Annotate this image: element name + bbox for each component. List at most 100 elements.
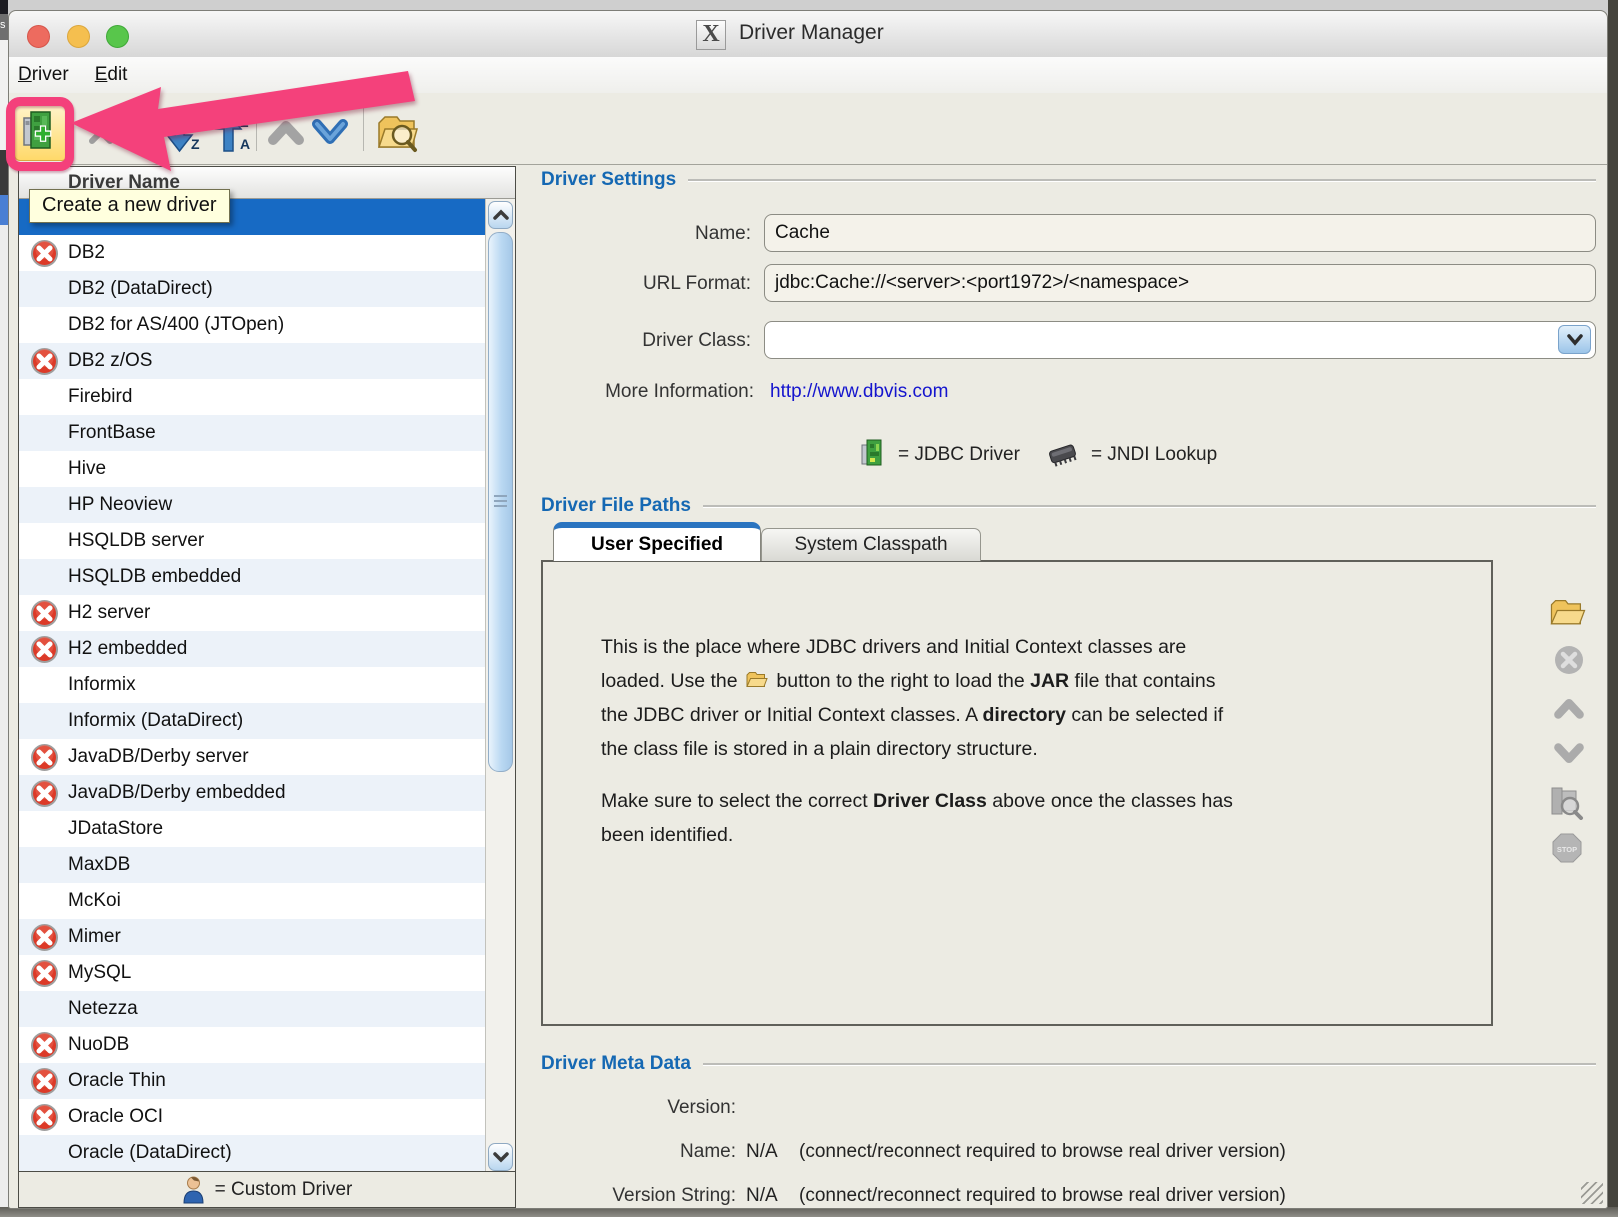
driver-list-item[interactable]: HP Neoview <box>19 487 485 523</box>
driver-name: Oracle OCI <box>68 1106 163 1128</box>
minimize-button[interactable] <box>67 25 90 48</box>
find-classes-button-disabled[interactable] <box>1548 786 1584 825</box>
file-paths-panel[interactable]: This is the place where JDBC drivers and… <box>541 560 1493 1026</box>
driver-error-icon <box>30 743 59 772</box>
driver-class-combobox[interactable] <box>764 321 1596 359</box>
driver-list-item[interactable]: MySQL <box>19 955 485 991</box>
driver-list-item[interactable]: Mimer <box>19 919 485 955</box>
driver-list-item[interactable]: DB2 (DataDirect) <box>19 271 485 307</box>
name-field[interactable]: Cache <box>764 214 1596 252</box>
driver-type-legend: = JDBC Driver = JNDI Lookup <box>861 439 1217 470</box>
driver-meta-data-section: Driver Meta Data <box>541 1053 1596 1075</box>
driver-name: Hive <box>68 458 106 480</box>
driver-name: MySQL <box>68 962 131 984</box>
driver-name: NuoDB <box>68 1034 129 1056</box>
move-path-up-button-disabled[interactable] <box>1553 694 1585 727</box>
driver-list-item[interactable]: DB2 for AS/400 (JTOpen) <box>19 307 485 343</box>
more-information-label: More Information: <box>512 381 754 403</box>
zoom-button[interactable] <box>106 25 129 48</box>
driver-list-item[interactable]: Oracle OCI <box>19 1099 485 1135</box>
scrollbar-thumb[interactable] <box>488 232 513 772</box>
stop-button-disabled[interactable]: STOP <box>1552 833 1582 868</box>
driver-class-dropdown-button[interactable] <box>1558 325 1591 354</box>
open-file-button[interactable] <box>1549 596 1587 635</box>
driver-list-item[interactable]: HSQLDB embedded <box>19 559 485 595</box>
driver-list-item[interactable]: NuoDB <box>19 1027 485 1063</box>
driver-name: JavaDB/Derby server <box>68 746 249 768</box>
person-icon <box>182 1175 205 1204</box>
driver-file-paths-heading: Driver File Paths <box>541 495 691 517</box>
driver-list-item[interactable]: JDataStore <box>19 811 485 847</box>
file-paths-help-text: This is the place where JDBC drivers and… <box>601 630 1233 852</box>
tab-user-specified[interactable]: User Specified <box>553 522 761 561</box>
stop-sign-icon: STOP <box>1552 833 1582 863</box>
driver-list-item[interactable]: Hive <box>19 451 485 487</box>
move-path-down-button-disabled[interactable] <box>1553 740 1585 773</box>
remove-circle-icon <box>1553 644 1585 676</box>
driver-name: HSQLDB server <box>68 530 204 552</box>
driver-error-icon <box>30 923 59 952</box>
driver-name: HSQLDB embedded <box>68 566 241 588</box>
driver-manager-window: X Driver Manager DriverEdit <box>8 10 1608 1209</box>
meta-name-note: (connect/reconnect required to browse re… <box>799 1141 1286 1163</box>
driver-list-item[interactable]: MaxDB <box>19 847 485 883</box>
driver-list-item[interactable]: DB2 z/OS <box>19 343 485 379</box>
driver-list-item[interactable]: JavaDB/Derby server <box>19 739 485 775</box>
driver-name: DB2 (DataDirect) <box>68 278 213 300</box>
driver-error-icon <box>30 599 59 628</box>
driver-name: Netezza <box>68 998 138 1020</box>
window-resize-grip[interactable] <box>1581 1182 1603 1204</box>
background-strip-right <box>1608 0 1618 1217</box>
driver-list-item[interactable]: Firebird <box>19 379 485 415</box>
version-string-value: N/A <box>746 1185 778 1207</box>
jndi-legend-text: = JNDI Lookup <box>1091 444 1217 466</box>
driver-file-paths-section: Driver File Paths <box>541 495 1596 517</box>
driver-name: Informix (DataDirect) <box>68 710 243 732</box>
more-information-link[interactable]: http://www.dbvis.com <box>770 381 948 403</box>
driver-name: JavaDB/Derby embedded <box>68 782 286 804</box>
tab-system-classpath[interactable]: System Classpath <box>761 528 981 561</box>
driver-list-item[interactable]: Netezza <box>19 991 485 1027</box>
driver-list-item[interactable]: H2 embedded <box>19 631 485 667</box>
driver-list-item[interactable]: DB2 <box>19 235 485 271</box>
driver-error-icon <box>30 635 59 664</box>
jdbc-driver-icon <box>861 439 886 470</box>
driver-name: HP Neoview <box>68 494 172 516</box>
driver-name: JDataStore <box>68 818 163 840</box>
chevron-down-icon <box>1553 740 1585 768</box>
driver-error-icon <box>30 347 59 376</box>
dropdown-chevron-icon <box>1566 333 1584 347</box>
driver-list-item[interactable]: H2 server <box>19 595 485 631</box>
driver-list-item[interactable]: HSQLDB server <box>19 523 485 559</box>
close-button[interactable] <box>27 25 50 48</box>
url-format-label: URL Format: <box>509 273 751 295</box>
driver-meta-data-heading: Driver Meta Data <box>541 1053 691 1075</box>
tooltip: Create a new driver <box>29 189 230 223</box>
driver-list-item[interactable]: JavaDB/Derby embedded <box>19 775 485 811</box>
driver-name: McKoi <box>68 890 121 912</box>
remove-path-button-disabled[interactable] <box>1553 644 1585 681</box>
driver-settings-section: Driver Settings <box>541 169 1596 191</box>
find-in-driver-icon <box>1548 786 1584 820</box>
background-window-strip: s <box>0 0 8 1217</box>
driver-list-item[interactable]: Informix <box>19 667 485 703</box>
scroll-down-icon <box>493 1151 509 1163</box>
driver-error-icon <box>30 779 59 808</box>
driver-list-item[interactable]: McKoi <box>19 883 485 919</box>
driver-name: DB2 <box>68 242 105 264</box>
x11-app-icon: X <box>696 20 726 50</box>
driver-name: Informix <box>68 674 136 696</box>
annotation-arrow <box>49 51 469 191</box>
driver-list-item[interactable]: Oracle Thin <box>19 1063 485 1099</box>
name-label: Name: <box>509 223 751 245</box>
driver-list-item[interactable]: Oracle (DataDirect) <box>19 1135 485 1171</box>
meta-name-label: Name: <box>509 1141 736 1163</box>
custom-driver-legend: = Custom Driver <box>19 1171 515 1207</box>
driver-name: Mimer <box>68 926 121 948</box>
driver-error-icon <box>30 959 59 988</box>
driver-list-item[interactable]: FrontBase <box>19 415 485 451</box>
url-format-field[interactable]: jdbc:Cache://<server>:<port1972>/<namesp… <box>764 264 1596 302</box>
driver-error-icon <box>30 1067 59 1096</box>
driver-list-item[interactable]: Informix (DataDirect) <box>19 703 485 739</box>
jndi-lookup-icon <box>1046 441 1079 468</box>
